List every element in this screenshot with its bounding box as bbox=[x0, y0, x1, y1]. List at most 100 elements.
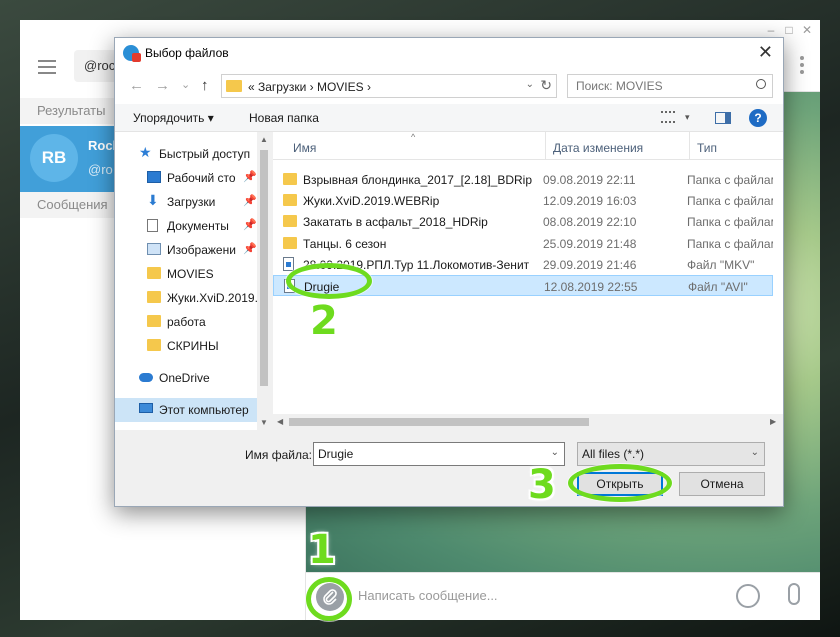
file-type: Папка с файлами bbox=[687, 173, 773, 187]
file-date: 12.09.2019 16:03 bbox=[543, 194, 637, 209]
navigation-pane: ★ Быстрый доступ Рабочий сто 📌 ⬇ Загрузки 📌 Док… bbox=[115, 132, 271, 430]
doc-icon bbox=[147, 219, 158, 232]
column-type[interactable]: Тип bbox=[697, 141, 717, 155]
emoji-icon[interactable] bbox=[736, 584, 760, 608]
filename-value[interactable]: Drugie bbox=[318, 447, 353, 461]
address-bar[interactable]: « Загрузки › MOVIES › ⌄ ↻ bbox=[221, 74, 557, 98]
file-row[interactable]: Танцы. 6 сезон 25.09.2019 21:48 Папка с фа… bbox=[273, 233, 773, 254]
file-type: Папка с файлами bbox=[687, 236, 773, 251]
scroll-down-icon[interactable]: ▼ bbox=[260, 418, 268, 427]
preview-pane-icon[interactable] bbox=[715, 112, 731, 124]
file-date: 08.08.2019 22:10 bbox=[543, 215, 637, 230]
up-folder-icon[interactable]: ↑ bbox=[201, 77, 209, 94]
step2-highlight-ring bbox=[286, 263, 372, 299]
nav-movies[interactable]: MOVIES bbox=[115, 262, 257, 286]
folder-search-input[interactable]: Поиск: MOVIES bbox=[567, 74, 773, 98]
folder-icon bbox=[147, 267, 161, 279]
video-file-icon bbox=[283, 256, 294, 271]
nav-documents[interactable]: Документы 📌 bbox=[115, 214, 257, 238]
filename-label: Имя файла: bbox=[245, 448, 312, 462]
step3-number: 3 bbox=[528, 462, 556, 508]
sort-ascending-icon: ^ bbox=[411, 132, 416, 142]
help-icon[interactable]: ? bbox=[749, 109, 767, 127]
image-icon bbox=[147, 243, 161, 255]
view-mode-icon[interactable] bbox=[661, 111, 675, 123]
nav-item-label: Загрузки bbox=[167, 195, 216, 209]
microphone-icon[interactable] bbox=[788, 583, 800, 605]
folder-icon bbox=[147, 339, 161, 351]
nav-onedrive[interactable]: OneDrive bbox=[115, 366, 257, 390]
file-row[interactable]: Закатать в асфальт_2018_HDRip 08.08.2019 … bbox=[273, 211, 773, 232]
nav-item-label: Этот компьютер bbox=[159, 403, 249, 417]
step1-highlight-ring bbox=[306, 577, 352, 621]
nav-skriny[interactable]: СКРИНЫ bbox=[115, 334, 257, 358]
nav-pictures[interactable]: Изображени 📌 bbox=[115, 238, 257, 262]
file-type: Файл "AVI" bbox=[688, 280, 748, 294]
file-row[interactable]: Жуки.XviD.2019.WEBRip 12.09.2019 16:03 Пап… bbox=[273, 190, 773, 211]
nav-item-label: СКРИНЫ bbox=[167, 339, 219, 353]
scroll-up-icon[interactable]: ▲ bbox=[260, 135, 268, 144]
file-type-dropdown-icon[interactable]: ⌄ bbox=[751, 447, 759, 458]
search-icon bbox=[756, 79, 766, 89]
file-open-dialog: Выбор файлов ✕ ← → ⌄ ↑ « Загрузки › MOVI… bbox=[114, 37, 784, 507]
nav-desktop[interactable]: Рабочий сто 📌 bbox=[115, 166, 257, 190]
folder-icon bbox=[283, 215, 297, 228]
app-icon bbox=[123, 45, 141, 62]
back-arrow-icon[interactable]: ← bbox=[129, 77, 144, 94]
nav-quick-access[interactable]: ★ Быстрый доступ bbox=[115, 142, 257, 166]
file-type: Папка с файлами bbox=[687, 215, 773, 230]
folder-icon bbox=[283, 173, 297, 185]
file-type-value: All files (*.*) bbox=[582, 447, 645, 461]
maximize-button[interactable]: □ bbox=[780, 22, 798, 38]
scroll-right-icon[interactable]: ▶ bbox=[770, 417, 776, 426]
column-name[interactable]: Имя bbox=[293, 141, 316, 155]
avatar: RB bbox=[30, 134, 78, 182]
minimize-button[interactable]: – bbox=[762, 22, 780, 38]
refresh-icon[interactable]: ↻ bbox=[540, 77, 552, 94]
file-row[interactable]: Взрывная блондинка_2017_[2.18]_BDRip 09.0… bbox=[273, 169, 773, 190]
nav-zhuki[interactable]: Жуки.XviD.2019. bbox=[115, 286, 257, 310]
close-button[interactable]: ✕ bbox=[798, 22, 816, 38]
file-name: Закатать в асфальт_2018_HDRip bbox=[303, 215, 488, 230]
message-input[interactable]: Написать сообщение... bbox=[358, 588, 498, 603]
cancel-button[interactable]: Отмена bbox=[679, 472, 765, 496]
dialog-toolbar: Упорядочить ▾ Новая папка ▾ ? bbox=[115, 104, 783, 132]
file-name: Взрывная блондинка_2017_[2.18]_BDRip bbox=[303, 173, 533, 187]
nav-downloads[interactable]: ⬇ Загрузки 📌 bbox=[115, 190, 257, 214]
file-date: 09.08.2019 22:11 bbox=[543, 173, 636, 187]
nav-thiscomputer[interactable]: Этот компьютер bbox=[115, 398, 257, 422]
file-type-select[interactable]: All files (*.*) ⌄ bbox=[577, 442, 765, 466]
view-mode-dropdown-icon[interactable]: ▾ bbox=[685, 112, 690, 123]
address-path[interactable]: « Загрузки › MOVIES › bbox=[248, 80, 371, 94]
scrollbar-thumb[interactable] bbox=[260, 150, 268, 386]
new-folder-button[interactable]: Новая папка bbox=[249, 111, 319, 125]
desktop-icon bbox=[147, 171, 161, 183]
nav-item-label: Быстрый доступ bbox=[159, 147, 251, 161]
hamburger-menu-icon[interactable] bbox=[38, 60, 56, 74]
navigation-bar: ← → ⌄ ↑ « Загрузки › MOVIES › ⌄ ↻ Поиск:… bbox=[115, 68, 783, 104]
address-dropdown-icon[interactable]: ⌄ bbox=[526, 79, 534, 90]
recent-locations-dropdown-icon[interactable]: ⌄ bbox=[181, 78, 190, 91]
more-options-icon[interactable] bbox=[800, 56, 804, 77]
chat-username: @ro bbox=[88, 162, 113, 177]
step2-number: 2 bbox=[310, 298, 338, 344]
dialog-title-bar: Выбор файлов ✕ bbox=[115, 38, 783, 68]
folder-icon bbox=[283, 194, 297, 207]
column-date-modified[interactable]: Дата изменения bbox=[553, 141, 643, 155]
folder-icon bbox=[226, 80, 242, 92]
dialog-close-button[interactable]: ✕ bbox=[758, 42, 773, 62]
scrollbar-thumb[interactable] bbox=[289, 418, 589, 426]
pin-icon: 📌 bbox=[243, 195, 257, 207]
nav-item-label: Жуки.XviD.2019. bbox=[167, 291, 257, 305]
folder-icon bbox=[147, 291, 161, 303]
folder-icon bbox=[283, 236, 297, 249]
file-date: 29.09.2019 21:46 bbox=[543, 257, 637, 272]
navigation-pane-scrollbar[interactable]: ▲ ▼ bbox=[257, 132, 271, 430]
forward-arrow-icon[interactable]: → bbox=[155, 77, 170, 94]
filename-dropdown-icon[interactable]: ⌄ bbox=[551, 447, 559, 458]
nav-rabota[interactable]: работа bbox=[115, 310, 257, 334]
scroll-left-icon[interactable]: ◀ bbox=[277, 417, 283, 426]
organize-button[interactable]: Упорядочить ▾ bbox=[133, 111, 214, 125]
star-icon: ★ bbox=[139, 144, 152, 160]
horizontal-scrollbar[interactable]: ◀ ▶ bbox=[273, 414, 783, 430]
